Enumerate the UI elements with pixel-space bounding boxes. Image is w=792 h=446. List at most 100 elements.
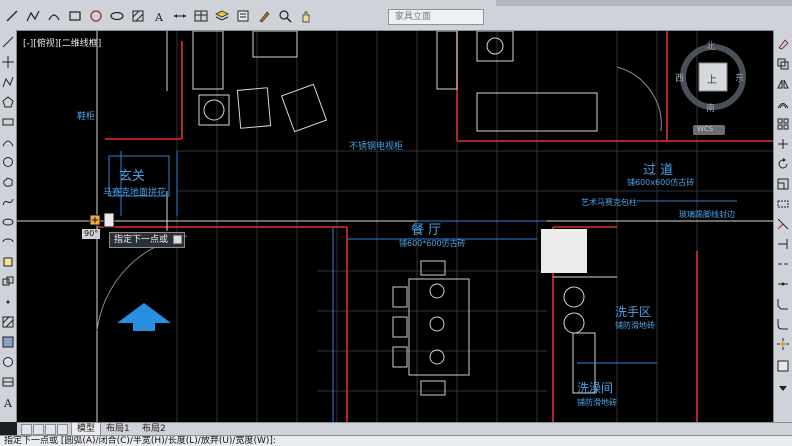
arc-icon[interactable] bbox=[45, 7, 63, 25]
revision-cloud-icon[interactable] bbox=[2, 176, 14, 188]
rectangle-icon[interactable] bbox=[66, 7, 84, 25]
dining-table bbox=[392, 260, 470, 396]
tooltip-text: 指定下一点或 bbox=[114, 235, 169, 245]
hatch-icon[interactable] bbox=[129, 7, 147, 25]
dynamic-input-tooltip: 指定下一点或 bbox=[109, 232, 186, 248]
table-icon[interactable] bbox=[192, 7, 210, 25]
rectangle-icon[interactable] bbox=[2, 116, 14, 128]
mirror-icon[interactable] bbox=[777, 78, 789, 90]
label-dining: 餐 厅 bbox=[411, 223, 442, 238]
polyline-icon[interactable] bbox=[2, 76, 14, 88]
toolbar-buttons: A bbox=[0, 6, 315, 26]
ellipse-icon[interactable] bbox=[2, 216, 14, 228]
join-icon[interactable] bbox=[777, 278, 789, 290]
line-icon[interactable] bbox=[2, 36, 14, 48]
viewport-label[interactable]: [-][俯视][二维线框] bbox=[23, 36, 101, 49]
move-icon[interactable] bbox=[777, 138, 789, 150]
array-icon[interactable] bbox=[777, 118, 789, 130]
ellipse-arc-icon[interactable] bbox=[2, 236, 14, 248]
tab-layout2[interactable]: 布局2 bbox=[137, 423, 171, 435]
tab-next-icon[interactable] bbox=[45, 424, 56, 435]
pan-icon[interactable] bbox=[297, 7, 315, 25]
zoom-icon[interactable] bbox=[276, 7, 294, 25]
right-modify-toolbar bbox=[773, 30, 792, 422]
viewcube-face-top[interactable]: 上 bbox=[707, 71, 717, 86]
crosshair-cursor bbox=[89, 212, 115, 228]
command-line[interactable]: 指定下一点或 [圆弧(A)/闭合(C)/半宽(H)/长度(L)/放弃(U)/宽度… bbox=[0, 435, 792, 446]
drawing-canvas[interactable]: [-][俯视][二维线框] 北 南 东 西 上 WCS 鞋柜 玄关 马赛克地面拼… bbox=[17, 31, 773, 422]
wcs-menu[interactable]: WCS bbox=[697, 125, 713, 133]
compass-west[interactable]: 西 bbox=[675, 71, 684, 84]
break-icon[interactable] bbox=[777, 258, 789, 270]
extend-icon[interactable] bbox=[777, 238, 789, 250]
compass-south[interactable]: 南 bbox=[706, 101, 715, 114]
erase-icon[interactable] bbox=[777, 38, 789, 50]
insert-block-icon[interactable] bbox=[2, 256, 14, 268]
trim-icon[interactable] bbox=[777, 218, 789, 230]
label-entry-floor: 马赛克地面拼花 bbox=[103, 188, 167, 198]
scroll-down-icon[interactable] bbox=[777, 382, 789, 394]
up-arrow-marker bbox=[117, 303, 171, 331]
copy-icon[interactable] bbox=[777, 58, 789, 70]
label-glass-edge: 玻璃踢脚线封边 bbox=[679, 210, 735, 219]
polar-angle-readout: 90° bbox=[82, 229, 101, 239]
arc-icon[interactable] bbox=[2, 136, 14, 148]
dimension-icon[interactable] bbox=[171, 7, 189, 25]
compass-north[interactable]: 北 bbox=[706, 39, 715, 52]
rotate-icon[interactable] bbox=[777, 158, 789, 170]
svg-text:A: A bbox=[154, 11, 164, 23]
tooltip-options-icon[interactable] bbox=[173, 235, 183, 244]
gradient-icon[interactable] bbox=[2, 336, 14, 348]
label-shoe-cabinet: 鞋柜 bbox=[77, 112, 96, 122]
label-aisle: 过 道 bbox=[643, 163, 674, 178]
offset-icon[interactable] bbox=[777, 98, 789, 110]
svg-text:A: A bbox=[3, 397, 13, 408]
tab-layout1[interactable]: 布局1 bbox=[101, 423, 135, 435]
label-entry: 玄关 bbox=[119, 169, 146, 184]
layer-dropdown[interactable]: 家具立面 bbox=[388, 9, 484, 25]
tab-first-icon[interactable] bbox=[21, 424, 32, 435]
chamfer-icon[interactable] bbox=[777, 298, 789, 310]
properties-icon[interactable] bbox=[234, 7, 252, 25]
layout-tabs: 模型 布局1 布局2 bbox=[17, 422, 792, 436]
label-aisle-floor: 铺600x600仿古砖 bbox=[627, 178, 695, 187]
label-wash: 洗手区 bbox=[615, 305, 652, 319]
properties-icon[interactable] bbox=[777, 360, 789, 372]
polygon-icon[interactable] bbox=[2, 96, 14, 108]
title-strip bbox=[496, 0, 792, 6]
ellipse-icon[interactable] bbox=[108, 7, 126, 25]
layer-icon[interactable] bbox=[213, 7, 231, 25]
label-bath: 洗澡间 bbox=[577, 381, 614, 395]
construction-line-icon[interactable] bbox=[2, 56, 14, 68]
point-icon[interactable] bbox=[2, 296, 14, 308]
label-tv-cabinet: 不锈钢电视柜 bbox=[349, 142, 404, 152]
explode-icon[interactable] bbox=[777, 338, 789, 350]
viewcube[interactable] bbox=[680, 44, 746, 135]
label-dining-floor: 铺600*600仿古砖 bbox=[399, 239, 466, 248]
tab-prev-icon[interactable] bbox=[33, 424, 44, 435]
match-icon[interactable] bbox=[255, 7, 273, 25]
scale-icon[interactable] bbox=[777, 178, 789, 190]
label-wash-floor: 铺防滑地砖 bbox=[615, 321, 655, 330]
draw-toolbar: A 家具立面 bbox=[0, 0, 792, 31]
text-icon[interactable]: A bbox=[150, 7, 168, 25]
label-bath-floor: 铺防滑地砖 bbox=[577, 398, 617, 407]
floor-plan bbox=[17, 31, 773, 422]
region-icon[interactable] bbox=[2, 356, 14, 368]
left-draw-toolbar: A bbox=[0, 30, 17, 422]
selected-box bbox=[541, 229, 587, 273]
fillet-icon[interactable] bbox=[777, 318, 789, 330]
stretch-icon[interactable] bbox=[777, 198, 789, 210]
line-icon[interactable] bbox=[3, 7, 21, 25]
spline-icon[interactable] bbox=[2, 196, 14, 208]
text-icon[interactable]: A bbox=[2, 396, 14, 408]
make-block-icon[interactable] bbox=[2, 276, 14, 288]
hatch-icon[interactable] bbox=[2, 316, 14, 328]
table-icon[interactable] bbox=[2, 376, 14, 388]
compass-east[interactable]: 东 bbox=[735, 71, 744, 84]
circle-icon[interactable] bbox=[2, 156, 14, 168]
polyline-icon[interactable] bbox=[24, 7, 42, 25]
circle-icon[interactable] bbox=[87, 7, 105, 25]
tab-last-icon[interactable] bbox=[57, 424, 68, 435]
label-mosaic-column: 艺术马赛克包柱 bbox=[581, 198, 637, 207]
